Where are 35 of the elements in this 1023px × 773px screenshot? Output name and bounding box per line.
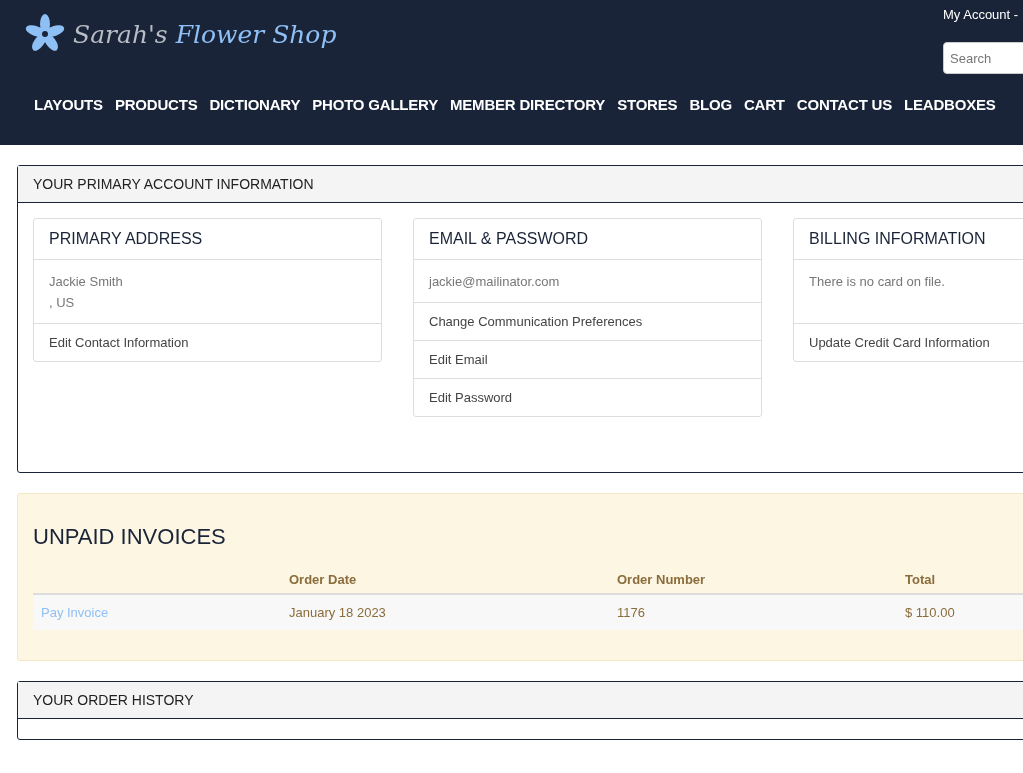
nav-link[interactable]: CONTACT US	[796, 96, 892, 113]
nav-link[interactable]: PRODUCTS	[114, 96, 198, 113]
nav-link[interactable]: CART	[743, 96, 785, 113]
card-link[interactable]: Update Credit Card Information	[794, 324, 1023, 361]
column-header: Total	[905, 572, 936, 587]
column-header: Order Date	[289, 572, 357, 587]
info-text: Jackie Smith	[49, 273, 124, 291]
card-link[interactable]: Edit Password	[414, 379, 761, 416]
nav-link[interactable]: STORES	[617, 96, 678, 113]
table-cell: 1176	[609, 594, 897, 630]
nav-link[interactable]: LAYOUTS	[34, 96, 103, 113]
card-title: PRIMARY ADDRESS	[34, 219, 381, 260]
section-title: UNPAID INVOICES	[33, 524, 227, 550]
flower-icon	[25, 14, 65, 54]
info-text: , US	[49, 294, 76, 312]
panel-heading: YOUR PRIMARY ACCOUNT INFORMATION	[18, 166, 1023, 203]
info-text: jackie@mailinator.com	[429, 273, 561, 291]
nav-link[interactable]: DICTIONARY	[209, 96, 301, 113]
card-link[interactable]: Change Communication Preferences	[414, 303, 761, 341]
table-cell: January 18 2023	[281, 594, 609, 630]
card-link[interactable]: Edit Contact Information	[34, 324, 381, 361]
table-cell: $ 110.00	[897, 594, 1023, 630]
nav-link[interactable]: BLOG	[689, 96, 732, 113]
my-account-link[interactable]: My Account -	[943, 7, 1019, 22]
column-header: Order Number	[617, 572, 706, 587]
nav-link[interactable]: LEADBOXES	[904, 96, 996, 113]
search-field[interactable]: Search	[943, 42, 1023, 74]
card-title: BILLING INFORMATION	[794, 219, 1023, 260]
shop-logo[interactable]: Sarah's Flower Shop	[73, 19, 337, 49]
info-text: There is no card on file.	[809, 273, 946, 291]
nav-link[interactable]: PHOTO GALLERY	[312, 96, 438, 113]
card-title: EMAIL & PASSWORD	[414, 219, 761, 260]
nav-link[interactable]: MEMBER DIRECTORY	[450, 96, 606, 113]
panel-heading: YOUR ORDER HISTORY	[18, 682, 1023, 719]
card-link[interactable]: Edit Email	[414, 341, 761, 379]
